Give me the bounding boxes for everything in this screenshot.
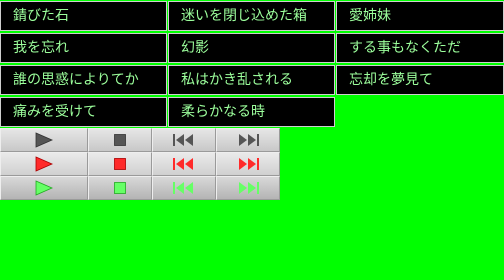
previous-icon xyxy=(173,182,193,194)
track-item[interactable]: 幻影 xyxy=(168,33,335,63)
stop-button[interactable] xyxy=(88,128,152,152)
track-item[interactable]: する事もなくただ xyxy=(336,33,504,63)
next-button[interactable] xyxy=(216,152,280,176)
track-item[interactable]: 我を忘れ xyxy=(0,33,167,63)
track-item[interactable]: 忘却を夢見て xyxy=(336,65,504,95)
play-button[interactable] xyxy=(0,152,88,176)
track-item[interactable]: 愛姉妹 xyxy=(336,1,504,31)
play-icon xyxy=(35,156,53,172)
previous-button[interactable] xyxy=(152,176,216,200)
track-item[interactable]: 錆びた石 xyxy=(0,1,167,31)
track-item[interactable]: 柔らかなる時 xyxy=(168,97,335,127)
stop-icon xyxy=(114,158,126,170)
play-icon xyxy=(35,180,53,196)
play-button[interactable] xyxy=(0,128,88,152)
next-icon xyxy=(239,134,259,146)
track-item[interactable]: 誰の思惑によりてか xyxy=(0,65,167,95)
play-button[interactable] xyxy=(0,176,88,200)
play-icon xyxy=(35,132,53,148)
controls-row-normal xyxy=(0,128,280,152)
controls-row-hover xyxy=(0,152,280,176)
stop-button[interactable] xyxy=(88,152,152,176)
previous-button[interactable] xyxy=(152,128,216,152)
stop-icon xyxy=(114,134,126,146)
next-icon xyxy=(239,182,259,194)
previous-button[interactable] xyxy=(152,152,216,176)
stop-button[interactable] xyxy=(88,176,152,200)
track-item[interactable]: 私はかき乱される xyxy=(168,65,335,95)
next-button[interactable] xyxy=(216,176,280,200)
stop-icon xyxy=(114,182,126,194)
next-icon xyxy=(239,158,259,170)
controls-row-active xyxy=(0,176,280,200)
playback-controls xyxy=(0,128,280,200)
track-item[interactable]: 迷いを閉じ込めた箱 xyxy=(168,1,335,31)
next-button[interactable] xyxy=(216,128,280,152)
track-item[interactable]: 痛みを受けて xyxy=(0,97,167,127)
previous-icon xyxy=(173,158,193,170)
previous-icon xyxy=(173,134,193,146)
